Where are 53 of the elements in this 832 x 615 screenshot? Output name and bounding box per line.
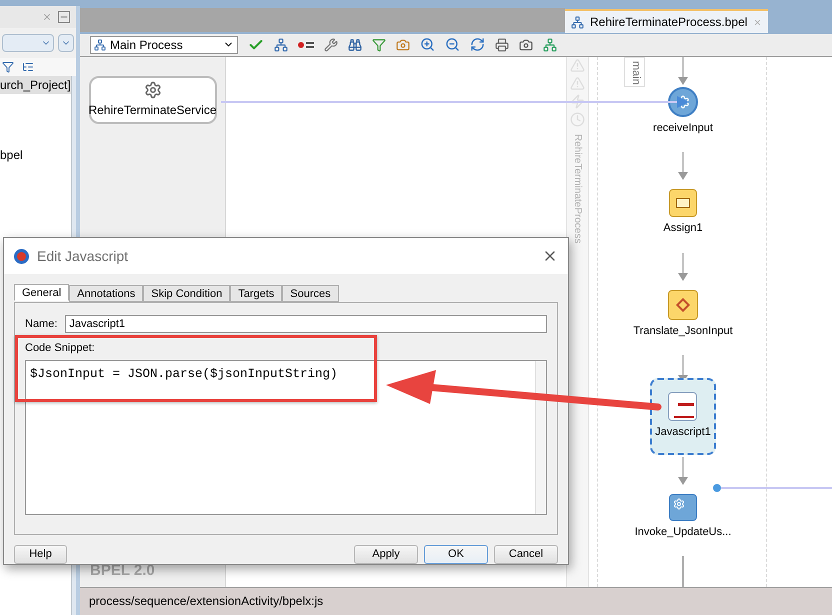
- name-field[interactable]: Javascript1: [65, 315, 547, 334]
- hierarchy-icon: [571, 16, 584, 28]
- minimize-icon[interactable]: [58, 11, 70, 23]
- printer-icon[interactable]: [495, 38, 509, 52]
- activity-node[interactable]: Javascript1: [650, 378, 716, 455]
- flow-arrow: [678, 456, 688, 485]
- status-bar: process/sequence/extensionActivity/bpelx:js: [80, 586, 832, 615]
- app-logo-icon: [14, 248, 29, 264]
- translate-activity-icon[interactable]: [668, 290, 698, 320]
- filter-icon[interactable]: [2, 61, 14, 73]
- dialog-tab[interactable]: Targets: [230, 285, 282, 302]
- dialog-button[interactable]: Help: [14, 545, 67, 564]
- gear-icon: [144, 80, 162, 99]
- dialog-title: Edit Javascript: [37, 246, 130, 266]
- funnel-icon[interactable]: [372, 38, 386, 52]
- editor-tab[interactable]: RehireTerminateProcess.bpel: [565, 9, 768, 33]
- partner-link[interactable]: RehireTerminateService: [88, 76, 216, 124]
- dialog-button[interactable]: OK: [424, 545, 488, 564]
- zoom-out-icon[interactable]: [445, 37, 460, 52]
- activity-node[interactable]: Translate_JsonInput: [628, 276, 738, 354]
- activity-node[interactable]: Invoke_UpdateUs...: [630, 480, 736, 554]
- process-selector[interactable]: Main Process: [90, 36, 238, 54]
- camera-icon[interactable]: [396, 38, 410, 52]
- breakpoint-icon[interactable]: [298, 40, 314, 50]
- assign-activity-icon[interactable]: [668, 189, 697, 218]
- layout-icon[interactable]: [543, 38, 557, 52]
- refresh-icon[interactable]: [470, 37, 485, 52]
- dialog-button[interactable]: Apply: [354, 545, 418, 564]
- binoculars-icon[interactable]: [348, 38, 362, 52]
- dialog-tab[interactable]: General: [14, 284, 70, 302]
- dialog-tab[interactable]: Skip Condition: [143, 285, 230, 302]
- name-label: Name:: [25, 317, 58, 332]
- wrench-icon[interactable]: [324, 38, 338, 52]
- zoom-in-icon[interactable]: [420, 37, 435, 52]
- scope-label: main: [624, 56, 645, 87]
- invoke-activity-icon[interactable]: [669, 494, 697, 521]
- code-snippet-label: Code Snippet:: [25, 341, 96, 356]
- camera-icon[interactable]: [519, 38, 533, 52]
- scrollbar[interactable]: [535, 360, 546, 514]
- dialog-tab[interactable]: Sources: [282, 285, 339, 302]
- hierarchy-icon[interactable]: [274, 38, 288, 52]
- dialog-tab[interactable]: Annotations: [69, 285, 144, 302]
- tree-item[interactable]: urch_Project]: [0, 76, 71, 94]
- dialog-button[interactable]: Cancel: [494, 545, 558, 564]
- flow-arrow: [678, 252, 688, 281]
- process-title: RehireTerminateProcess: [571, 134, 584, 244]
- activity-node[interactable]: Assign1: [658, 175, 708, 251]
- flow-arrow: [678, 152, 688, 180]
- hierarchy-icon: [94, 38, 106, 51]
- code-editor[interactable]: $JsonInput = JSON.parse($jsonInputString): [25, 360, 547, 515]
- tree-item[interactable]: bpel: [0, 146, 71, 164]
- tree-view-icon[interactable]: [22, 61, 34, 73]
- javascript-activity-icon[interactable]: [668, 392, 698, 422]
